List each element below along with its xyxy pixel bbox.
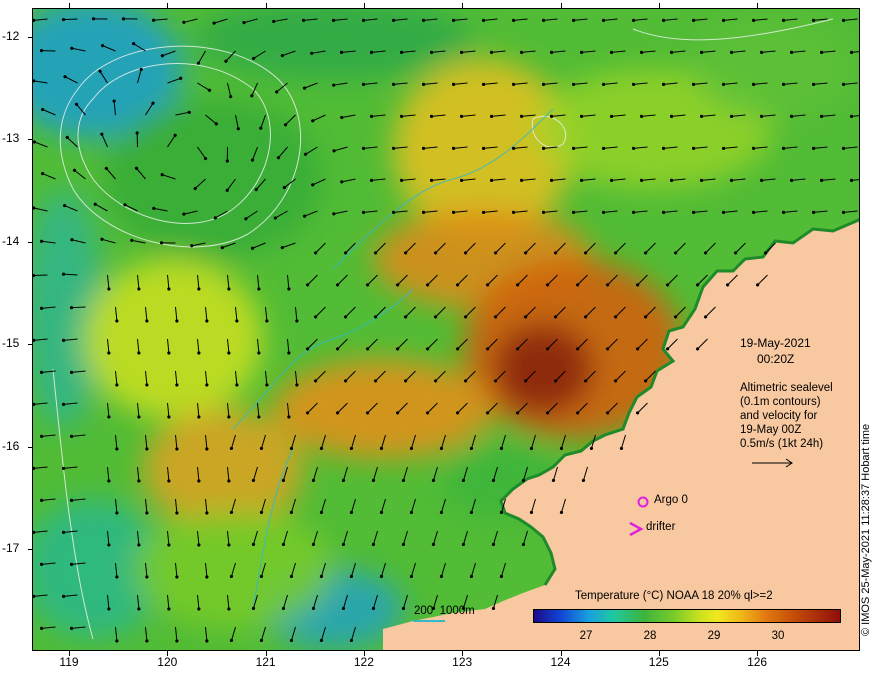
velocity-arrow bbox=[69, 306, 86, 310]
x-tick-label: 119 bbox=[59, 655, 79, 669]
desc-line-3: and velocity for bbox=[740, 410, 818, 422]
y-tick bbox=[28, 446, 33, 448]
y-tick-label: -14 bbox=[2, 233, 20, 248]
x-tick bbox=[265, 651, 267, 656]
x-tick-top bbox=[69, 3, 70, 8]
colorbar-tick-label: 29 bbox=[707, 630, 721, 642]
temperature-colorbar bbox=[533, 609, 841, 623]
y-tick bbox=[28, 139, 33, 141]
velocity-arrow bbox=[33, 273, 48, 278]
x-tick-top bbox=[265, 3, 267, 8]
colorbar-tick-label: 27 bbox=[579, 630, 593, 642]
y-tick-label: -17 bbox=[2, 541, 20, 555]
x-tick bbox=[658, 651, 660, 656]
x-tick-label: 120 bbox=[157, 655, 178, 669]
x-tick-label: 124 bbox=[550, 655, 571, 669]
desc-line-1: Altimetric sealevel bbox=[740, 382, 833, 394]
y-tick-label: -15 bbox=[2, 336, 20, 351]
map-time: 00:20Z bbox=[757, 352, 795, 366]
credit-text: © IMOS 25-May-2021 11:28:37 Hobart time bbox=[860, 423, 872, 636]
x-tick-label: 121 bbox=[255, 655, 276, 669]
map-date: 19-May-2021 bbox=[740, 336, 811, 350]
x-tick-top bbox=[658, 3, 660, 8]
depth-scale-line bbox=[413, 620, 445, 622]
map-panel bbox=[32, 8, 860, 651]
argo-label: Argo 0 bbox=[654, 494, 688, 506]
colorbar-tick-label: 28 bbox=[643, 630, 657, 642]
x-tick bbox=[560, 651, 562, 656]
x-tick-top bbox=[167, 3, 169, 8]
y-tick-label: -16 bbox=[2, 438, 20, 453]
y-tick bbox=[28, 37, 33, 38]
y-tick-label: -13 bbox=[2, 131, 20, 146]
y-tick bbox=[28, 549, 33, 550]
x-tick-label: 126 bbox=[747, 655, 768, 669]
x-tick bbox=[757, 651, 759, 656]
velocity-scale-arrow bbox=[752, 458, 793, 468]
velocity-arrow bbox=[61, 18, 78, 22]
x-tick-label: 123 bbox=[452, 655, 473, 669]
x-tick bbox=[462, 651, 464, 656]
desc-line-2: (0.1m contours) bbox=[740, 396, 821, 408]
sst-map-figure: 19-May-2021 00:20Z Altimetric sealevel (… bbox=[0, 0, 880, 680]
colorbar-tick-label: 30 bbox=[771, 630, 785, 642]
y-tick bbox=[28, 344, 33, 346]
x-tick-top bbox=[757, 3, 759, 8]
drifter-label: drifter bbox=[646, 521, 676, 533]
x-tick-label: 125 bbox=[648, 655, 669, 669]
sst-map-canvas bbox=[33, 9, 859, 650]
x-tick bbox=[167, 651, 169, 656]
x-tick-top bbox=[560, 3, 562, 8]
x-tick-top bbox=[462, 3, 464, 8]
depth-scale-label: 200 1000m bbox=[414, 605, 475, 617]
y-tick bbox=[28, 241, 33, 243]
x-tick-label: 122 bbox=[353, 655, 374, 669]
x-tick bbox=[363, 651, 365, 656]
desc-line-5: 0.5m/s (1kt 24h) bbox=[740, 438, 824, 450]
x-tick-top bbox=[363, 3, 365, 8]
x-tick bbox=[69, 651, 70, 656]
y-tick-label: -12 bbox=[2, 29, 20, 43]
desc-line-4: 19-May 00Z bbox=[740, 424, 802, 436]
colorbar-title: Temperature (°C) NOAA 18 20% ql>=2 bbox=[575, 590, 773, 602]
